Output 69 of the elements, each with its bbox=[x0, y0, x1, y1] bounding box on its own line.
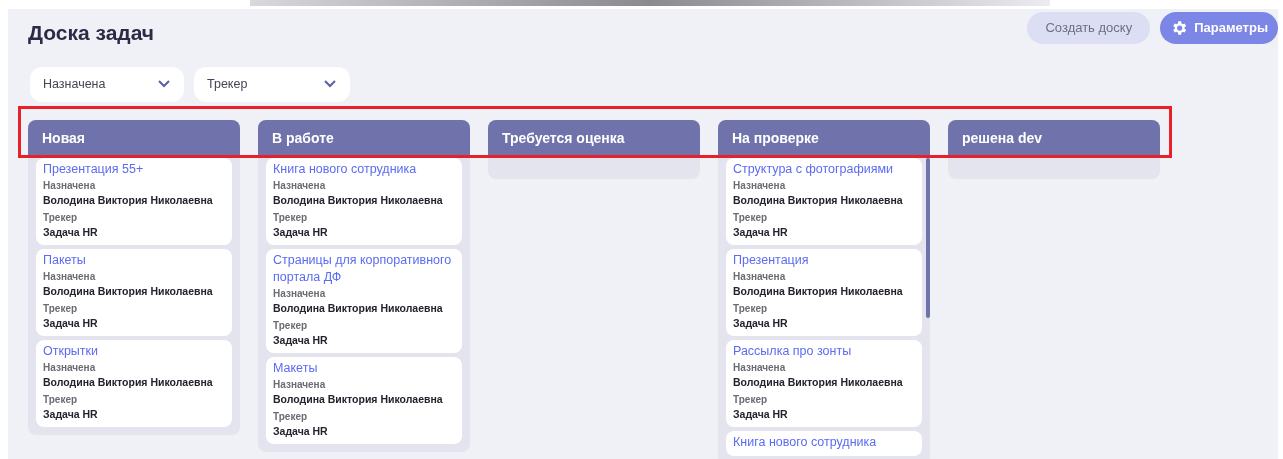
task-card[interactable]: Книга нового сотрудника bbox=[726, 430, 922, 456]
tracker-value: Задача HR bbox=[273, 332, 329, 348]
tracker-label: Трекер bbox=[273, 318, 309, 333]
assignee-name: Володина Виктория Николаевна bbox=[733, 283, 904, 299]
tracker-label: Трекер bbox=[43, 392, 79, 407]
column-header: В работе bbox=[258, 119, 470, 157]
tracker-value: Задача HR bbox=[43, 224, 99, 240]
task-title-link[interactable]: Рассылка про зонты bbox=[733, 342, 915, 360]
task-card[interactable]: Макеты Назначена Володина Виктория Николаевна Трекер Задача HR bbox=[266, 356, 462, 444]
column-header: Новая bbox=[28, 119, 240, 157]
filter-dropdown[interactable]: Назначена bbox=[30, 66, 184, 102]
task-title-link[interactable]: Открытки bbox=[43, 342, 225, 360]
tracker-value: Задача HR bbox=[733, 406, 789, 422]
task-title-link[interactable]: Структура с фотографиями bbox=[733, 160, 915, 178]
filter-dropdown[interactable]: Трекер bbox=[194, 66, 350, 102]
column-header: решена dev bbox=[948, 119, 1160, 157]
assignee-label: Назначена bbox=[43, 360, 97, 375]
tracker-label: Трекер bbox=[733, 210, 769, 225]
task-card[interactable]: Открытки Назначена Володина Виктория Николаевна Трекер Задача HR bbox=[36, 339, 232, 427]
chevron-down-icon bbox=[324, 80, 336, 88]
assignee-name: Володина Виктория Николаевна bbox=[273, 192, 444, 208]
tracker-label: Трекер bbox=[43, 210, 79, 225]
settings-button[interactable]: Параметры bbox=[1160, 12, 1278, 44]
tracker-label: Трекер bbox=[733, 392, 769, 407]
task-title-link[interactable]: Макеты bbox=[273, 359, 455, 377]
assignee-name: Володина Виктория Николаевна bbox=[43, 192, 214, 208]
assignee-name: Володина Виктория Николаевна bbox=[273, 300, 444, 316]
tracker-value: Задача HR bbox=[273, 224, 329, 240]
tracker-label: Трекер bbox=[273, 409, 309, 424]
assignee-label: Назначена bbox=[43, 178, 97, 193]
task-card[interactable]: Презентация Назначена Володина Виктория Николаевна Трекер Задача HR bbox=[726, 248, 922, 336]
task-title-link[interactable]: Страницы для корпоративного портала ДФ bbox=[273, 251, 455, 286]
task-card[interactable]: Рассылка про зонты Назначена Володина Виктория Николаевна Трекер Задача HR bbox=[726, 339, 922, 427]
assignee-label: Назначена bbox=[273, 178, 327, 193]
assignee-name: Володина Виктория Николаевна bbox=[733, 192, 904, 208]
tracker-label: Трекер bbox=[733, 301, 769, 316]
task-card[interactable]: Структура с фотографиями Назначена Володина Виктория Николаевна Трекер Задача HR bbox=[726, 157, 922, 245]
chevron-down-icon bbox=[158, 80, 170, 88]
task-title-link[interactable]: Презентация 55+ bbox=[43, 160, 225, 178]
assignee-label: Назначена bbox=[733, 178, 787, 193]
task-card[interactable]: Пакеты Назначена Володина Виктория Николаевна Трекер Задача HR bbox=[36, 248, 232, 336]
assignee-label: Назначена bbox=[733, 360, 787, 375]
task-title-link[interactable]: Презентация bbox=[733, 251, 915, 269]
tracker-value: Задача HR bbox=[733, 224, 789, 240]
tracker-value: Задача HR bbox=[43, 315, 99, 331]
assignee-label: Назначена bbox=[733, 269, 787, 284]
assignee-label: Назначена bbox=[43, 269, 97, 284]
task-title-link[interactable]: Книга нового сотрудника bbox=[733, 433, 915, 451]
column-header: Требуется оценка bbox=[488, 119, 700, 157]
task-card[interactable]: Страницы для корпоративного портала ДФ Назначена Володина Виктория Николаевна Трекер Задача HR bbox=[266, 248, 462, 353]
column-header: На проверке bbox=[718, 119, 930, 157]
assignee-name: Володина Виктория Николаевна bbox=[43, 283, 214, 299]
assignee-name: Володина Виктория Николаевна bbox=[733, 374, 904, 390]
scrollbar[interactable] bbox=[926, 157, 930, 318]
assignee-name: Володина Виктория Николаевна bbox=[43, 374, 214, 390]
assignee-label: Назначена bbox=[273, 286, 327, 301]
create-board-button[interactable]: Создать доску bbox=[1027, 12, 1151, 44]
task-title-link[interactable]: Книга нового сотрудника bbox=[273, 160, 455, 178]
task-card[interactable]: Книга нового сотрудника Назначена Володина Виктория Николаевна Трекер Задача HR bbox=[266, 157, 462, 245]
assignee-label: Назначена bbox=[273, 377, 327, 392]
tracker-value: Задача HR bbox=[733, 315, 789, 331]
tracker-value: Задача HR bbox=[273, 423, 329, 439]
assignee-name: Володина Виктория Николаевна bbox=[273, 391, 444, 407]
tracker-label: Трекер bbox=[43, 301, 79, 316]
task-card[interactable]: Презентация 55+ Назначена Володина Виктория Николаевна Трекер Задача HR bbox=[36, 157, 232, 245]
page-title: Доска задач bbox=[28, 20, 154, 46]
tracker-label: Трекер bbox=[273, 210, 309, 225]
tracker-value: Задача HR bbox=[43, 406, 99, 422]
task-title-link[interactable]: Пакеты bbox=[43, 251, 225, 269]
